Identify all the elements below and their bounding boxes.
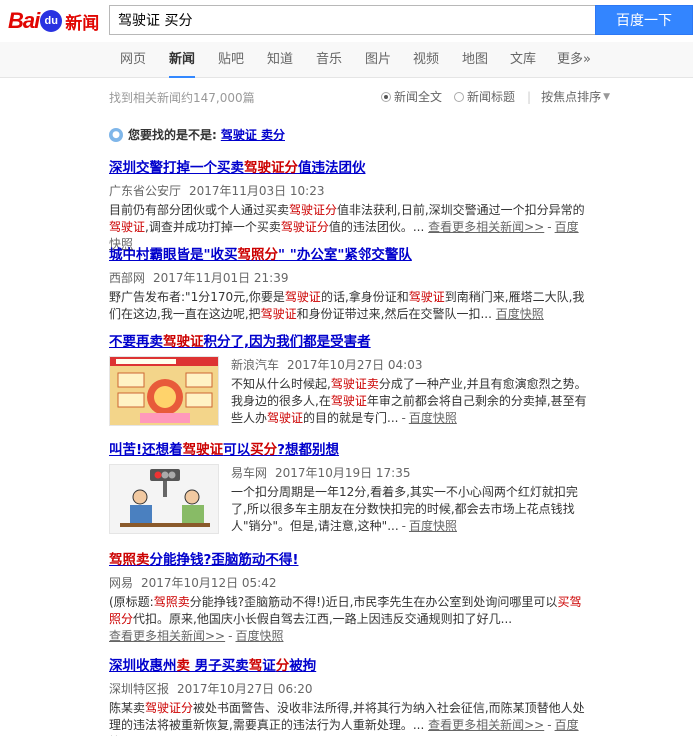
radio-selected-icon [381, 91, 391, 102]
caret-down-icon: ▼ [603, 91, 611, 102]
tab-web[interactable]: 网页 [120, 42, 146, 78]
tab-video[interactable]: 视频 [413, 42, 439, 78]
result-source: 西部网 2017年11月01日 21:39 [109, 271, 289, 285]
result-title[interactable]: 城中村霸眼皆是"收买驾照分" "办公室"紧邻交警队 [109, 243, 589, 263]
sort-fulltext[interactable]: 新闻全文 [381, 88, 442, 105]
result-title[interactable]: 不要再卖驾驶证积分了,因为我们都是受害者 [109, 330, 589, 350]
snapshot-link[interactable]: 百度快照 [496, 307, 544, 321]
news-result: 城中村霸眼皆是"收买驾照分" "办公室"紧邻交警队 西部网 2017年11月01日… [109, 243, 589, 323]
news-result: 驾照卖分能挣钱?歪脑筋动不得! 网易 2017年10月12日 05:42 (原标题… [109, 548, 589, 645]
logo-bai-text: Bai [8, 8, 40, 33]
result-abstract: 不知从什么时候起,驾驶证卖分成了一种产业,并且有愈演愈烈之势。我身边的很多人,在… [231, 377, 587, 425]
result-title[interactable]: 叫苦!还想着驾驶证可以买分?想都别想 [109, 438, 589, 458]
snapshot-link[interactable]: 百度快照 [409, 519, 457, 533]
sort-title[interactable]: 新闻标题 [454, 88, 515, 105]
did-you-mean: ● 您要找的是不是: 驾驶证 卖分 [109, 126, 285, 143]
tab-map[interactable]: 地图 [462, 42, 488, 78]
tab-more[interactable]: 更多» [557, 42, 591, 78]
tab-images[interactable]: 图片 [365, 42, 391, 78]
snapshot-link[interactable]: 百度快照 [409, 411, 457, 425]
tab-wenku[interactable]: 文库 [510, 42, 536, 78]
more-news-link[interactable]: 查看更多相关新闻>> [428, 220, 544, 234]
result-abstract: 野广告发布者:"1分170元,你要是驾驶证的话,拿身份证和驾驶证到南稍门来,雁塔… [109, 290, 585, 321]
result-abstract: (原标题:驾照卖分能挣钱?歪脑筋动不得!)近日,市民李先生在办公室到处询问哪里可… [109, 595, 582, 643]
result-source: 新浪汽车 2017年10月27日 04:03 [231, 358, 423, 372]
news-thumbnail[interactable] [109, 464, 219, 534]
news-thumbnail[interactable] [109, 356, 219, 426]
news-result: 深圳收惠州卖 男子买卖驾证分被拘 深圳特区报 2017年10月27日 06:20 … [109, 654, 589, 736]
result-abstract: 一个扣分周期是一年12分,看着多,其实一不小心闯两个红灯就扣完了,所以很多车主朋… [231, 485, 578, 533]
radio-icon [454, 91, 465, 102]
divider: | [527, 89, 532, 104]
news-result: 叫苦!还想着驾驶证可以买分?想都别想 易车网 2017年10月19日 17:35 … [109, 438, 589, 535]
nav-tabs: 网页 新闻 贴吧 知道 音乐 图片 视频 地图 文库 更多» [0, 42, 693, 78]
tab-news[interactable]: 新闻 [169, 42, 196, 78]
sort-options: 新闻全文 新闻标题 | 按焦点排序 ▼ [381, 88, 622, 105]
tab-music[interactable]: 音乐 [316, 42, 342, 78]
result-source: 网易 2017年10月12日 05:42 [109, 576, 277, 590]
search-input[interactable] [110, 6, 595, 34]
tab-tieba[interactable]: 贴吧 [218, 42, 244, 78]
result-source: 深圳特区报 2017年10月27日 06:20 [109, 682, 313, 696]
search-button[interactable]: 百度一下 [595, 5, 693, 35]
result-abstract: 陈某卖驾驶证分被处书面警告、没收非法所得,并将其行为纳入社会征信,而陈某顶替他人… [109, 700, 589, 736]
result-count: 找到相关新闻约147,000篇 [109, 91, 255, 105]
result-source: 易车网 2017年10月19日 17:35 [231, 466, 411, 480]
header: Bai du 新闻 百度一下 [0, 0, 693, 42]
news-result: 不要再卖驾驶证积分了,因为我们都是受害者 新浪汽车 2017年10月27日 04:… [109, 330, 589, 427]
snapshot-link[interactable]: 百度快照 [235, 629, 283, 643]
news-result: 深圳交警打掉一个买卖驾驶证分值违法团伙 广东省公安厅 2017年11月03日 10… [109, 156, 589, 253]
more-news-link[interactable]: 查看更多相关新闻>> [109, 629, 225, 643]
logo-news-text: 新闻 [65, 13, 100, 34]
suggestion-link[interactable]: 驾驶证 卖分 [221, 126, 285, 143]
result-source: 广东省公安厅 2017年11月03日 10:23 [109, 184, 325, 198]
paw-hint-icon: ● [109, 127, 123, 142]
result-title[interactable]: 深圳收惠州卖 男子买卖驾证分被拘 [109, 654, 589, 674]
baidu-news-logo[interactable]: Bai du 新闻 [8, 6, 99, 36]
sort-focus-dropdown[interactable]: 按焦点排序 ▼ [541, 88, 610, 105]
tab-zhidao[interactable]: 知道 [267, 42, 293, 78]
more-news-link[interactable]: 查看更多相关新闻>> [428, 718, 544, 732]
search-box [109, 5, 595, 35]
result-title[interactable]: 深圳交警打掉一个买卖驾驶证分值违法团伙 [109, 156, 589, 176]
result-title[interactable]: 驾照卖分能挣钱?歪脑筋动不得! [109, 548, 589, 568]
paw-icon: du [40, 10, 63, 32]
